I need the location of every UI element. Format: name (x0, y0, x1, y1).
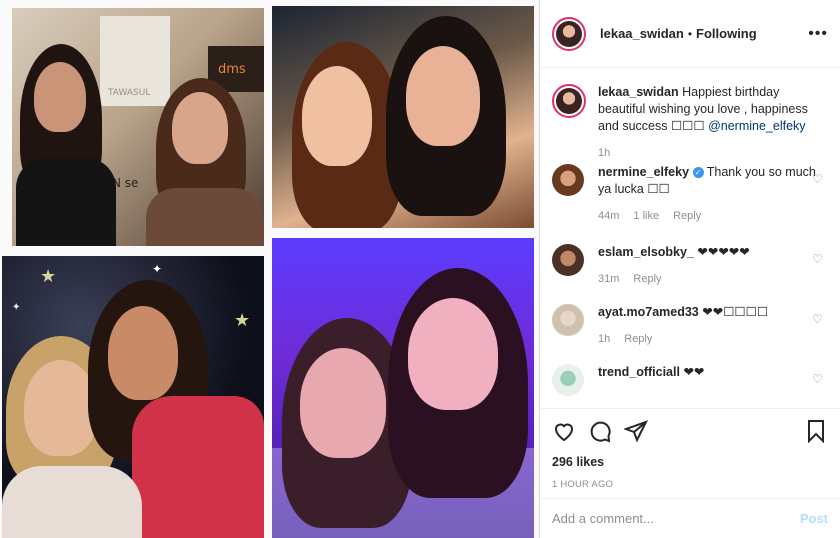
person-face (172, 92, 228, 164)
post-actions: 296 likes 1 HOUR AGO (540, 408, 840, 490)
separator: • (687, 26, 693, 41)
reply-button[interactable]: Reply (624, 331, 652, 348)
sign-text: TAWASUL (108, 88, 151, 98)
share-icon[interactable] (624, 419, 648, 443)
person-face (408, 298, 498, 410)
caption-emoji: ☐☐☐ (670, 119, 705, 133)
person-dress (16, 158, 116, 246)
comment-username[interactable]: ayat.mo7amed33 (598, 305, 699, 319)
post-comment-button[interactable]: Post (800, 511, 828, 526)
comment-row: ayat.mo7amed33 ❤❤☐☐☐☐ 1h Reply ♡ (552, 304, 828, 364)
photo-tile-2 (272, 6, 534, 228)
comment-time: 1h (598, 333, 611, 345)
avatar[interactable] (552, 16, 586, 51)
like-comment-icon[interactable]: ♡ (812, 252, 824, 266)
caption-time: 1h (598, 147, 611, 159)
comment-username[interactable]: eslam_elsobky_ (598, 245, 694, 259)
comment-input[interactable] (552, 511, 800, 526)
avatar[interactable] (552, 164, 584, 196)
person-shirt (2, 466, 142, 538)
star-icon: ★ (234, 310, 251, 330)
like-comment-icon[interactable]: ♡ (812, 172, 824, 186)
bookmark-icon[interactable] (804, 419, 828, 443)
post-side-panel: lekaa_swidan • Following ••• lekaa_swida… (540, 0, 840, 538)
sparkle-icon: ✦ (12, 302, 21, 313)
photo-tile-4 (272, 238, 534, 538)
comment-row: trend_officiall ❤❤ ♡ (552, 364, 828, 404)
person-dress (132, 396, 264, 538)
person-face (302, 66, 372, 166)
post-timestamp: 1 HOUR AGO (552, 479, 614, 490)
person-dress (146, 188, 264, 246)
avatar[interactable] (552, 304, 584, 336)
header-username[interactable]: lekaa_swidan (600, 26, 684, 41)
comment-text: ❤❤ (683, 365, 705, 379)
comment-row: nermine_elfeky ✓ Thank you so much ya lu… (552, 164, 828, 244)
sparkle-icon: ✦ (152, 262, 163, 276)
comment-likes[interactable]: 1 like (633, 208, 659, 225)
photo-tile-1: TAWASUL dms N se (12, 8, 264, 246)
following-button[interactable]: Following (696, 26, 757, 41)
person-face (406, 46, 480, 146)
sign-logo-text: dms (218, 62, 246, 77)
avatar[interactable] (552, 244, 584, 276)
add-comment-bar: Post (540, 498, 840, 538)
comment-text: ❤❤❤❤❤ (697, 245, 750, 259)
person-face (300, 348, 386, 458)
post-header: lekaa_swidan • Following ••• (540, 0, 840, 68)
comment-username[interactable]: nermine_elfeky (598, 165, 689, 179)
person-face (108, 306, 178, 400)
like-heart-icon[interactable] (552, 419, 576, 443)
comment-row: eslam_elsobky_ ❤❤❤❤❤ 31m Reply ♡ (552, 244, 828, 304)
comments-list[interactable]: lekaa_swidan Happiest birthday beautiful… (540, 68, 840, 408)
more-options-icon[interactable]: ••• (808, 25, 828, 43)
photo-tile-3: ★ ★ ✦ ✦ (2, 256, 264, 538)
comment-text: ❤❤☐☐☐☐ (702, 305, 769, 319)
comment-time: 44m (598, 210, 620, 222)
reply-button[interactable]: Reply (673, 208, 701, 225)
comment-username[interactable]: trend_officiall (598, 365, 680, 379)
caption-mention[interactable]: @nermine_elfeky (708, 119, 805, 133)
post-photo[interactable]: TAWASUL dms N se ★ ★ ✦ ✦ (0, 0, 540, 538)
star-icon: ★ (40, 266, 57, 286)
person-face (24, 360, 98, 456)
like-comment-icon[interactable]: ♡ (812, 372, 824, 386)
person-face (34, 62, 86, 132)
verified-badge-icon: ✓ (692, 167, 704, 179)
caption: lekaa_swidan Happiest birthday beautiful… (552, 84, 828, 164)
caption-username[interactable]: lekaa_swidan (598, 85, 679, 99)
like-comment-icon[interactable]: ♡ (812, 312, 824, 326)
reply-button[interactable]: Reply (633, 271, 661, 288)
comment-icon[interactable] (588, 419, 612, 443)
comment-time: 31m (598, 273, 620, 285)
likes-count[interactable]: 296 likes (552, 455, 828, 469)
avatar[interactable] (552, 364, 584, 396)
avatar[interactable] (552, 84, 586, 118)
